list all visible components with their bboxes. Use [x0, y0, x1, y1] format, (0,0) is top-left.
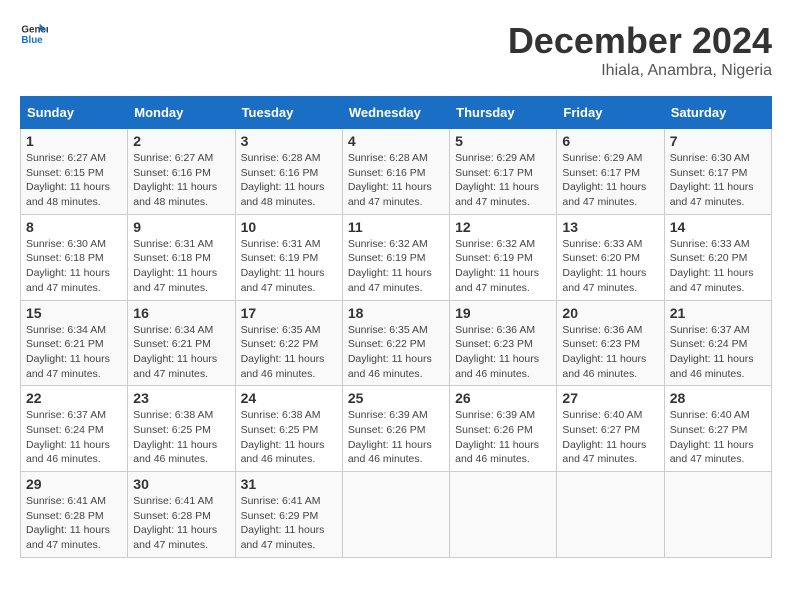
calendar-header-row: Sunday Monday Tuesday Wednesday Thursday… — [21, 97, 772, 129]
calendar-week-3: 15 Sunrise: 6:34 AMSunset: 6:21 PMDaylig… — [21, 300, 772, 386]
title-area: December 2024 Ihiala, Anambra, Nigeria — [508, 20, 772, 80]
empty-cell-2 — [450, 472, 557, 558]
empty-cell-3 — [557, 472, 664, 558]
day-3: 3 Sunrise: 6:28 AMSunset: 6:16 PMDayligh… — [235, 129, 342, 215]
empty-cell-1 — [342, 472, 449, 558]
svg-text:Blue: Blue — [21, 35, 43, 46]
logo-icon: General Blue — [20, 20, 48, 48]
calendar-week-2: 8 Sunrise: 6:30 AMSunset: 6:18 PMDayligh… — [21, 214, 772, 300]
col-saturday: Saturday — [664, 97, 771, 129]
day-4: 4 Sunrise: 6:28 AMSunset: 6:16 PMDayligh… — [342, 129, 449, 215]
day-5: 5 Sunrise: 6:29 AMSunset: 6:17 PMDayligh… — [450, 129, 557, 215]
day-11: 11 Sunrise: 6:32 AMSunset: 6:19 PMDaylig… — [342, 214, 449, 300]
day-10: 10 Sunrise: 6:31 AMSunset: 6:19 PMDaylig… — [235, 214, 342, 300]
day-21: 21 Sunrise: 6:37 AMSunset: 6:24 PMDaylig… — [664, 300, 771, 386]
page-header: General Blue December 2024 Ihiala, Anamb… — [20, 20, 772, 80]
calendar-table: Sunday Monday Tuesday Wednesday Thursday… — [20, 96, 772, 558]
day-26: 26 Sunrise: 6:39 AMSunset: 6:26 PMDaylig… — [450, 386, 557, 472]
day-1: 1 Sunrise: 6:27 AMSunset: 6:15 PMDayligh… — [21, 129, 128, 215]
day-24: 24 Sunrise: 6:38 AMSunset: 6:25 PMDaylig… — [235, 386, 342, 472]
day-25: 25 Sunrise: 6:39 AMSunset: 6:26 PMDaylig… — [342, 386, 449, 472]
day-16: 16 Sunrise: 6:34 AMSunset: 6:21 PMDaylig… — [128, 300, 235, 386]
day-20: 20 Sunrise: 6:36 AMSunset: 6:23 PMDaylig… — [557, 300, 664, 386]
col-wednesday: Wednesday — [342, 97, 449, 129]
day-7: 7 Sunrise: 6:30 AMSunset: 6:17 PMDayligh… — [664, 129, 771, 215]
day-29: 29 Sunrise: 6:41 AMSunset: 6:28 PMDaylig… — [21, 472, 128, 558]
day-30: 30 Sunrise: 6:41 AMSunset: 6:28 PMDaylig… — [128, 472, 235, 558]
col-monday: Monday — [128, 97, 235, 129]
day-31: 31 Sunrise: 6:41 AMSunset: 6:29 PMDaylig… — [235, 472, 342, 558]
day-17: 17 Sunrise: 6:35 AMSunset: 6:22 PMDaylig… — [235, 300, 342, 386]
day-2: 2 Sunrise: 6:27 AMSunset: 6:16 PMDayligh… — [128, 129, 235, 215]
location-subtitle: Ihiala, Anambra, Nigeria — [508, 62, 772, 80]
day-19: 19 Sunrise: 6:36 AMSunset: 6:23 PMDaylig… — [450, 300, 557, 386]
col-thursday: Thursday — [450, 97, 557, 129]
empty-cell-4 — [664, 472, 771, 558]
day-22: 22 Sunrise: 6:37 AMSunset: 6:24 PMDaylig… — [21, 386, 128, 472]
col-friday: Friday — [557, 97, 664, 129]
month-title: December 2024 — [508, 20, 772, 62]
calendar-week-4: 22 Sunrise: 6:37 AMSunset: 6:24 PMDaylig… — [21, 386, 772, 472]
calendar-week-1: 1 Sunrise: 6:27 AMSunset: 6:15 PMDayligh… — [21, 129, 772, 215]
day-28: 28 Sunrise: 6:40 AMSunset: 6:27 PMDaylig… — [664, 386, 771, 472]
day-18: 18 Sunrise: 6:35 AMSunset: 6:22 PMDaylig… — [342, 300, 449, 386]
day-13: 13 Sunrise: 6:33 AMSunset: 6:20 PMDaylig… — [557, 214, 664, 300]
day-9: 9 Sunrise: 6:31 AMSunset: 6:18 PMDayligh… — [128, 214, 235, 300]
day-8: 8 Sunrise: 6:30 AMSunset: 6:18 PMDayligh… — [21, 214, 128, 300]
day-12: 12 Sunrise: 6:32 AMSunset: 6:19 PMDaylig… — [450, 214, 557, 300]
day-14: 14 Sunrise: 6:33 AMSunset: 6:20 PMDaylig… — [664, 214, 771, 300]
day-6: 6 Sunrise: 6:29 AMSunset: 6:17 PMDayligh… — [557, 129, 664, 215]
day-23: 23 Sunrise: 6:38 AMSunset: 6:25 PMDaylig… — [128, 386, 235, 472]
col-tuesday: Tuesday — [235, 97, 342, 129]
calendar-week-5: 29 Sunrise: 6:41 AMSunset: 6:28 PMDaylig… — [21, 472, 772, 558]
logo: General Blue — [20, 20, 48, 48]
day-15: 15 Sunrise: 6:34 AMSunset: 6:21 PMDaylig… — [21, 300, 128, 386]
day-27: 27 Sunrise: 6:40 AMSunset: 6:27 PMDaylig… — [557, 386, 664, 472]
col-sunday: Sunday — [21, 97, 128, 129]
